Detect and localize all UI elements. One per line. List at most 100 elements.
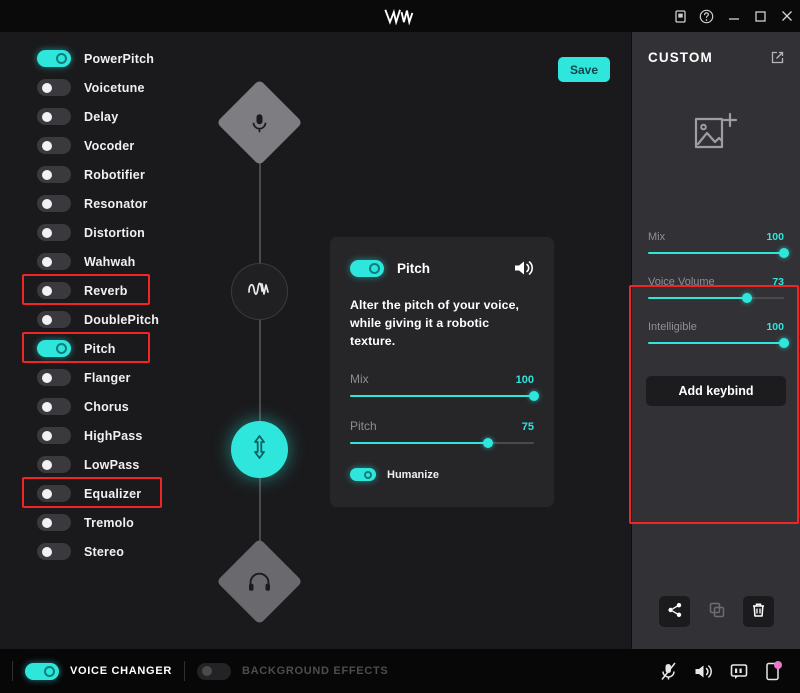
effect-toggle-tremolo[interactable] xyxy=(37,514,71,531)
effect-row-distortion[interactable]: Distortion xyxy=(30,218,220,247)
effect-toggle-reverb[interactable] xyxy=(37,282,71,299)
effect-row-chorus[interactable]: Chorus xyxy=(30,392,220,421)
slider-track[interactable] xyxy=(350,442,534,444)
effect-enable-toggle[interactable] xyxy=(350,260,384,277)
voice-avatar-placeholder[interactable] xyxy=(632,91,800,179)
slider-track[interactable] xyxy=(648,252,784,254)
slider-value: 100 xyxy=(766,321,784,333)
slider-label: Voice Volume xyxy=(648,276,715,288)
close-icon[interactable] xyxy=(780,9,794,23)
bottom-bar-left: VOICE CHANGER BACKGROUND EFFECTS xyxy=(0,661,388,681)
background-effects-label: BACKGROUND EFFECTS xyxy=(242,665,388,677)
slider-track[interactable] xyxy=(350,395,534,397)
background-effects-toggle-group[interactable]: BACKGROUND EFFECTS xyxy=(197,663,388,680)
save-button[interactable]: Save xyxy=(558,57,610,82)
effect-row-wahwah[interactable]: Wahwah xyxy=(30,247,220,276)
delete-button[interactable] xyxy=(743,596,774,627)
help-icon[interactable] xyxy=(699,9,714,24)
effect-toggle-highpass[interactable] xyxy=(37,427,71,444)
minimize-icon[interactable] xyxy=(727,10,741,22)
slider-header: Mix100 xyxy=(648,231,784,243)
voice-changer-toggle-group[interactable]: VOICE CHANGER xyxy=(25,663,172,680)
toggle-knob xyxy=(42,518,52,528)
device-icon[interactable] xyxy=(675,10,686,23)
effect-row-resonator[interactable]: Resonator xyxy=(30,189,220,218)
effect-toggle-stereo[interactable] xyxy=(37,543,71,560)
slider-intelligible[interactable]: Intelligible 100 xyxy=(648,321,784,344)
effect-row-robotifier[interactable]: Robotifier xyxy=(30,160,220,189)
voice-processor-node[interactable] xyxy=(231,263,288,320)
edit-icon[interactable] xyxy=(771,51,784,64)
effect-toggle-distortion[interactable] xyxy=(37,224,71,241)
effect-row-reverb[interactable]: Reverb xyxy=(30,276,220,305)
effect-card-header: Pitch xyxy=(350,259,534,277)
voice-changer-toggle[interactable] xyxy=(25,663,59,680)
effect-toggle-robotifier[interactable] xyxy=(37,166,71,183)
humanize-toggle[interactable] xyxy=(350,468,376,481)
effect-toggle-lowpass[interactable] xyxy=(37,456,71,473)
effect-row-powerpitch[interactable]: PowerPitch xyxy=(30,44,220,73)
effect-row-equalizer[interactable]: Equalizer xyxy=(30,479,220,508)
maximize-icon[interactable] xyxy=(754,10,767,23)
toggle-knob xyxy=(42,460,52,470)
mobile-app-icon[interactable] xyxy=(765,662,780,681)
slider-thumb[interactable] xyxy=(529,391,539,401)
toggle-knob xyxy=(369,263,380,274)
mic-muted-icon[interactable] xyxy=(660,662,677,681)
slider-value: 73 xyxy=(772,276,784,288)
trash-icon xyxy=(751,602,766,621)
effect-row-delay[interactable]: Delay xyxy=(30,102,220,131)
slider-voice-volume[interactable]: Voice Volume 73 xyxy=(648,276,784,299)
effect-toggle-chorus[interactable] xyxy=(37,398,71,415)
effect-toggle-voicetune[interactable] xyxy=(37,79,71,96)
effect-toggle-wahwah[interactable] xyxy=(37,253,71,270)
speaker-icon[interactable] xyxy=(694,663,713,680)
microphone-input-node[interactable] xyxy=(216,79,302,165)
effect-toggle-delay[interactable] xyxy=(37,108,71,125)
slider-thumb[interactable] xyxy=(779,248,789,258)
effect-row-tremolo[interactable]: Tremolo xyxy=(30,508,220,537)
chain-connector xyxy=(259,92,261,582)
slider-track[interactable] xyxy=(648,297,784,299)
effect-row-highpass[interactable]: HighPass xyxy=(30,421,220,450)
slider-label: Pitch xyxy=(350,419,377,433)
pitch-effect-node[interactable] xyxy=(231,421,288,478)
toggle-knob xyxy=(42,315,52,325)
duplicate-button[interactable] xyxy=(701,596,732,627)
background-effects-toggle[interactable] xyxy=(197,663,231,680)
speaker-icon[interactable] xyxy=(513,259,534,277)
effect-row-stereo[interactable]: Stereo xyxy=(30,537,220,566)
effect-toggle-flanger[interactable] xyxy=(37,369,71,386)
slider-label: Intelligible xyxy=(648,321,697,333)
effect-toggle-pitch[interactable] xyxy=(37,340,71,357)
slider-fill xyxy=(648,297,747,299)
effect-row-doublepitch[interactable]: DoublePitch xyxy=(30,305,220,334)
toggle-knob xyxy=(56,53,67,64)
soundboard-icon[interactable] xyxy=(730,663,748,680)
humanize-row[interactable]: Humanize xyxy=(350,468,534,481)
effect-row-lowpass[interactable]: LowPass xyxy=(30,450,220,479)
share-button[interactable] xyxy=(659,596,690,627)
effect-toggle-equalizer[interactable] xyxy=(37,485,71,502)
effect-toggle-doublepitch[interactable] xyxy=(37,311,71,328)
slider-thumb[interactable] xyxy=(483,438,493,448)
add-keybind-button[interactable]: Add keybind xyxy=(646,376,786,406)
headphones-output-node[interactable] xyxy=(216,538,302,624)
slider-mix[interactable]: Mix100 xyxy=(648,231,784,254)
right-panel-actions xyxy=(632,596,800,627)
effect-row-voicetune[interactable]: Voicetune xyxy=(30,73,220,102)
slider-thumb[interactable] xyxy=(742,293,752,303)
app-body: Save PowerPitchVoicetuneDelayVocoderRobo… xyxy=(0,32,800,649)
effect-toggle-vocoder[interactable] xyxy=(37,137,71,154)
effect-row-vocoder[interactable]: Vocoder xyxy=(30,131,220,160)
effect-row-flanger[interactable]: Flanger xyxy=(30,363,220,392)
slider-track[interactable] xyxy=(648,342,784,344)
effect-toggle-powerpitch[interactable] xyxy=(37,50,71,67)
effect-toggle-resonator[interactable] xyxy=(37,195,71,212)
slider-thumb[interactable] xyxy=(779,338,789,348)
slider-pitch[interactable]: Pitch75 xyxy=(350,419,534,444)
right-panel: CUSTOM Mix100Voice Volume73Intelligib xyxy=(631,32,800,649)
slider-mix[interactable]: Mix100 xyxy=(350,372,534,397)
effect-row-pitch[interactable]: Pitch xyxy=(30,334,220,363)
slider-label: Mix xyxy=(648,231,665,243)
